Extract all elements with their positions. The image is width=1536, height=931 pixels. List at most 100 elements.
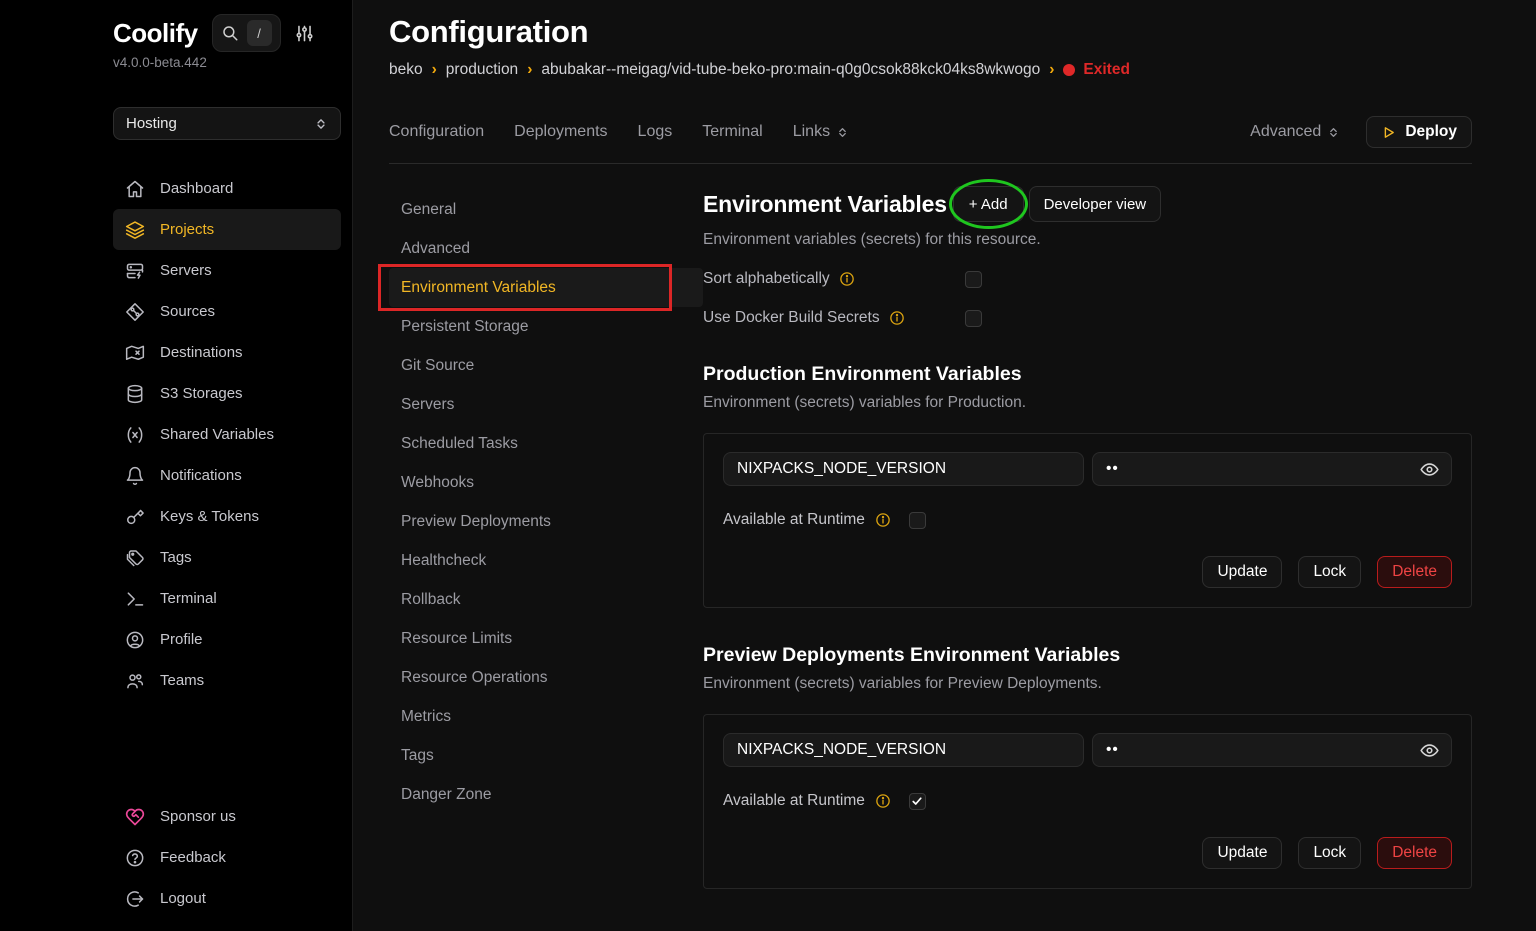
lock-button[interactable]: Lock	[1298, 556, 1361, 588]
submenu-item-scheduled-tasks[interactable]: Scheduled Tasks	[389, 424, 703, 463]
submenu-item-environment-variables[interactable]: Environment Variables	[389, 268, 703, 307]
submenu-item-metrics[interactable]: Metrics	[389, 697, 703, 736]
docker-build-secrets-checkbox[interactable]	[965, 310, 982, 327]
sidebar: Coolify / v4.0.0-beta.442 Hosting Dashbo…	[0, 0, 353, 931]
advanced-dropdown[interactable]: Advanced	[1250, 123, 1340, 141]
sidebar-item-shared-variables[interactable]: Shared Variables	[113, 414, 341, 455]
submenu-item-webhooks[interactable]: Webhooks	[389, 463, 703, 502]
sidebar-footer: Sponsor us Feedback Logout	[113, 796, 341, 919]
team-selector[interactable]: Hosting	[113, 107, 341, 140]
tab-deployments[interactable]: Deployments	[514, 123, 607, 141]
sidebar-item-keys-tokens[interactable]: Keys & Tokens	[113, 496, 341, 537]
submenu-item-danger-zone[interactable]: Danger Zone	[389, 775, 703, 814]
docker-build-secrets-label: Use Docker Build Secrets	[703, 309, 880, 327]
submenu-item-tags[interactable]: Tags	[389, 736, 703, 775]
sidebar-item-label: Tags	[160, 549, 192, 566]
search-icon	[221, 24, 239, 42]
chevron-right-icon: ›	[1049, 61, 1054, 79]
submenu-item-rollback[interactable]: Rollback	[389, 580, 703, 619]
eye-icon[interactable]	[1419, 733, 1440, 767]
lock-button[interactable]: Lock	[1298, 837, 1361, 869]
developer-view-button[interactable]: Developer view	[1029, 186, 1162, 222]
terminal-icon	[125, 589, 145, 609]
sidebar-item-feedback[interactable]: Feedback	[113, 837, 341, 878]
team-selector-value: Hosting	[126, 115, 177, 132]
deploy-button-label: Deploy	[1405, 123, 1457, 141]
sidebar-item-label: Profile	[160, 631, 203, 648]
add-variable-button[interactable]: + Add	[953, 186, 1024, 222]
variable-value-input[interactable]	[1092, 452, 1452, 486]
play-icon	[1381, 125, 1396, 140]
chevron-right-icon: ›	[527, 61, 532, 79]
status-label: Exited	[1083, 61, 1130, 79]
info-icon	[875, 512, 891, 528]
available-at-runtime-checkbox[interactable]	[909, 793, 926, 810]
tab-logs[interactable]: Logs	[638, 123, 673, 141]
submenu-item-healthcheck[interactable]: Healthcheck	[389, 541, 703, 580]
chevron-right-icon: ›	[432, 61, 437, 79]
sidebar-item-label: Terminal	[160, 590, 217, 607]
search-shortcut-key: /	[247, 20, 272, 46]
map-icon	[125, 343, 145, 363]
breadcrumb-team[interactable]: beko	[389, 61, 423, 79]
advanced-dropdown-label: Advanced	[1250, 123, 1321, 141]
delete-button[interactable]: Delete	[1377, 837, 1452, 869]
preview-section-subtitle: Environment (secrets) variables for Prev…	[703, 675, 1472, 693]
sidebar-item-servers[interactable]: Servers	[113, 250, 341, 291]
chevron-updown-icon	[836, 126, 849, 139]
info-icon	[839, 271, 855, 287]
sidebar-item-s3-storages[interactable]: S3 Storages	[113, 373, 341, 414]
sidebar-item-logout[interactable]: Logout	[113, 878, 341, 919]
available-at-runtime-checkbox[interactable]	[909, 512, 926, 529]
submenu-item-resource-limits[interactable]: Resource Limits	[389, 619, 703, 658]
sidebar-item-profile[interactable]: Profile	[113, 619, 341, 660]
breadcrumb-resource[interactable]: abubakar--meigag/vid-tube-beko-pro:main-…	[541, 61, 1040, 79]
submenu-item-preview-deployments[interactable]: Preview Deployments	[389, 502, 703, 541]
variable-name-input[interactable]	[723, 452, 1084, 486]
tab-bar: Configuration Deployments Logs Terminal …	[389, 116, 1472, 148]
info-icon	[875, 793, 891, 809]
sliders-icon[interactable]	[295, 24, 314, 43]
sidebar-item-label: Destinations	[160, 344, 243, 361]
sidebar-item-teams[interactable]: Teams	[113, 660, 341, 701]
tab-terminal[interactable]: Terminal	[702, 123, 762, 141]
sidebar-item-sponsor-us[interactable]: Sponsor us	[113, 796, 341, 837]
sidebar-item-notifications[interactable]: Notifications	[113, 455, 341, 496]
eye-icon[interactable]	[1419, 452, 1440, 486]
home-icon	[125, 179, 145, 199]
available-at-runtime-row: Available at Runtime	[723, 792, 1452, 810]
sidebar-item-projects[interactable]: Projects	[113, 209, 341, 250]
environment-variables-panel: Environment Variables + Add Developer vi…	[703, 164, 1472, 931]
help-circle-icon	[125, 848, 145, 868]
submenu-item-git-source[interactable]: Git Source	[389, 346, 703, 385]
logo-row: Coolify /	[113, 14, 341, 52]
submenu-item-general[interactable]: General	[389, 190, 703, 229]
tab-configuration[interactable]: Configuration	[389, 123, 484, 141]
tab-links[interactable]: Links	[793, 123, 849, 141]
sidebar-item-destinations[interactable]: Destinations	[113, 332, 341, 373]
breadcrumb-environment[interactable]: production	[446, 61, 518, 79]
sidebar-item-sources[interactable]: Sources	[113, 291, 341, 332]
variable-value-input[interactable]	[1092, 733, 1452, 767]
sidebar-item-terminal[interactable]: Terminal	[113, 578, 341, 619]
update-button[interactable]: Update	[1202, 837, 1282, 869]
search-button[interactable]: /	[212, 14, 281, 52]
breadcrumb: beko › production › abubakar--meigag/vid…	[389, 61, 1472, 79]
check-icon	[911, 795, 923, 807]
update-button[interactable]: Update	[1202, 556, 1282, 588]
submenu-item-advanced[interactable]: Advanced	[389, 229, 703, 268]
submenu-item-label: Environment Variables	[401, 279, 556, 297]
chevron-updown-icon	[314, 117, 328, 131]
submenu-item-resource-operations[interactable]: Resource Operations	[389, 658, 703, 697]
status-badge: Exited	[1063, 61, 1130, 79]
section-heading: Environment Variables	[703, 191, 947, 218]
sidebar-item-dashboard[interactable]: Dashboard	[113, 168, 341, 209]
sidebar-item-tags[interactable]: Tags	[113, 537, 341, 578]
delete-button[interactable]: Delete	[1377, 556, 1452, 588]
submenu-item-servers[interactable]: Servers	[389, 385, 703, 424]
app-logo: Coolify	[113, 18, 198, 49]
sort-alphabetically-checkbox[interactable]	[965, 271, 982, 288]
deploy-button[interactable]: Deploy	[1366, 116, 1472, 148]
variable-name-input[interactable]	[723, 733, 1084, 767]
submenu-item-persistent-storage[interactable]: Persistent Storage	[389, 307, 703, 346]
